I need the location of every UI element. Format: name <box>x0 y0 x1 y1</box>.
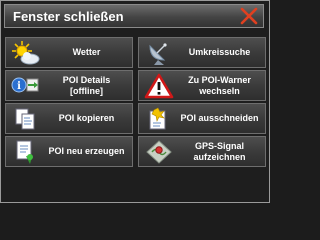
gps-record-label: GPS-Signal aufzeichnen <box>193 140 246 162</box>
gps-record-icon <box>144 139 174 165</box>
poi-warner-button[interactable]: Zu POI-Warner wechseln <box>138 70 266 101</box>
poi-new-label: POI neu erzeugen <box>48 146 125 156</box>
radius-search-label: Umkreissuche <box>188 47 251 57</box>
poi-new-button[interactable]: POI neu erzeugen <box>5 136 133 167</box>
cut-icon <box>144 106 174 132</box>
title-bar[interactable]: Fenster schließen <box>4 4 264 28</box>
poi-warner-label: Zu POI-Warner wechseln <box>188 74 251 96</box>
window-title: Fenster schließen <box>13 9 124 24</box>
poi-cut-label: POI ausschneiden <box>180 113 259 123</box>
action-grid: Wetter Umkreissuche i POI Details [offli… <box>5 37 266 200</box>
weather-label: Wetter <box>72 47 101 57</box>
close-x-icon[interactable] <box>239 6 259 26</box>
satellite-dish-icon <box>144 40 174 66</box>
poi-details-button[interactable]: i POI Details [offline] <box>5 70 133 101</box>
weather-button[interactable]: Wetter <box>5 37 133 68</box>
poi-copy-button[interactable]: POI kopieren <box>5 103 133 134</box>
copy-icon <box>11 106 41 132</box>
info-poi-icon: i <box>11 73 41 99</box>
gps-record-button[interactable]: GPS-Signal aufzeichnen <box>138 136 266 167</box>
poi-copy-label: POI kopieren <box>58 113 115 123</box>
weather-sun-cloud-icon <box>11 40 41 66</box>
radius-search-button[interactable]: Umkreissuche <box>138 37 266 68</box>
svg-text:i: i <box>17 81 21 92</box>
popup-window: Fenster schließen Wetter Umkreissuche i … <box>0 0 270 203</box>
poi-details-label: POI Details [offline] <box>62 74 111 96</box>
warning-triangle-icon <box>144 73 174 99</box>
new-poi-icon <box>11 139 41 165</box>
poi-cut-button[interactable]: POI ausschneiden <box>138 103 266 134</box>
